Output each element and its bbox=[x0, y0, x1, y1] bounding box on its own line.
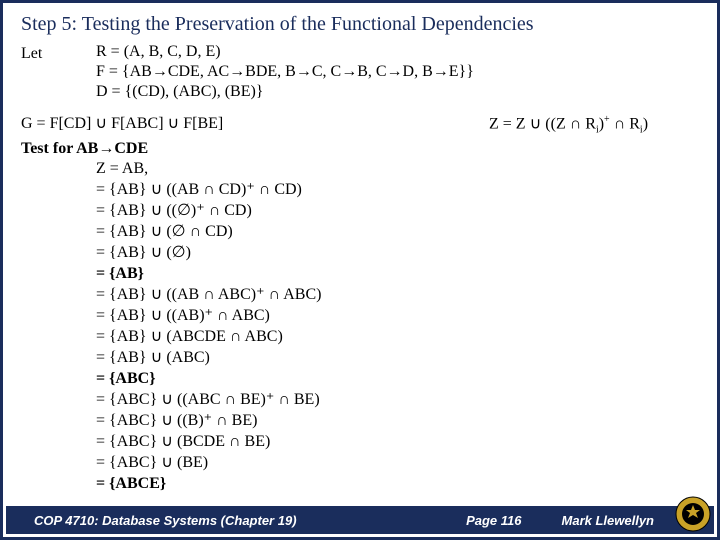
step-line: = {AB} ∪ ((AB ∩ CD)⁺ ∩ CD) bbox=[96, 180, 699, 200]
z-post: ∩ R bbox=[610, 115, 640, 132]
ucf-logo bbox=[675, 496, 711, 532]
g-z-row: G = F[CD] ∪ F[ABC] ∪ F[BE] Z = Z ∪ ((Z ∩… bbox=[21, 114, 699, 137]
let-label: Let bbox=[21, 42, 96, 102]
let-f: F = {AB→CDE, AC→BDE, B→C, C→B, C→D, B→E}… bbox=[96, 62, 699, 82]
step-line: = {AB} ∪ ((AB ∩ ABC)⁺ ∩ ABC) bbox=[96, 285, 699, 305]
step-line: = {ABC} bbox=[96, 369, 699, 389]
step-line: = {ABC} ∪ (BE) bbox=[96, 453, 699, 473]
z-pre: Z = Z ∪ ((Z ∩ R bbox=[489, 115, 596, 132]
let-d: D = {(CD), (ABC), (BE)} bbox=[96, 82, 699, 102]
z-end: ) bbox=[643, 115, 648, 132]
footer-center: Page 116 bbox=[426, 513, 561, 528]
step-line: Z = AB, bbox=[96, 159, 699, 179]
slide: Step 5: Testing the Preservation of the … bbox=[0, 0, 720, 540]
step-line: = {ABC} ∪ (BCDE ∩ BE) bbox=[96, 432, 699, 452]
z-line: Z = Z ∪ ((Z ∩ Ri)+ ∩ Ri) bbox=[489, 114, 699, 137]
step-line: = {ABC} ∪ ((B)⁺ ∩ BE) bbox=[96, 411, 699, 431]
step-line: = {AB} ∪ (∅ ∩ CD) bbox=[96, 222, 699, 242]
step-line: = {AB} ∪ ((∅)⁺ ∩ CD) bbox=[96, 201, 699, 221]
step-line: = {AB} bbox=[96, 264, 699, 284]
step-line: = {AB} ∪ ((AB)⁺ ∩ ABC) bbox=[96, 306, 699, 326]
let-block: Let R = (A, B, C, D, E) F = {AB→CDE, AC→… bbox=[21, 42, 699, 102]
step-line: = {AB} ∪ (∅) bbox=[96, 243, 699, 263]
steps: Z = AB,= {AB} ∪ ((AB ∩ CD)⁺ ∩ CD)= {AB} … bbox=[96, 159, 699, 494]
step-line: = {AB} ∪ (ABCDE ∩ ABC) bbox=[96, 327, 699, 347]
step-line: = {ABC} ∪ ((ABC ∩ BE)⁺ ∩ BE) bbox=[96, 390, 699, 410]
test-label: Test for AB→CDE bbox=[21, 139, 699, 159]
let-r: R = (A, B, C, D, E) bbox=[96, 42, 699, 62]
step-line: = {AB} ∪ (ABC) bbox=[96, 348, 699, 368]
g-line: G = F[CD] ∪ F[ABC] ∪ F[BE] bbox=[21, 114, 489, 134]
footer-left: COP 4710: Database Systems (Chapter 19) bbox=[6, 513, 426, 528]
step-line: = {ABCE} bbox=[96, 474, 699, 494]
slide-title: Step 5: Testing the Preservation of the … bbox=[3, 3, 717, 42]
slide-content: Let R = (A, B, C, D, E) F = {AB→CDE, AC→… bbox=[3, 42, 717, 494]
let-body: R = (A, B, C, D, E) F = {AB→CDE, AC→BDE,… bbox=[96, 42, 699, 102]
footer: COP 4710: Database Systems (Chapter 19) … bbox=[6, 506, 714, 534]
